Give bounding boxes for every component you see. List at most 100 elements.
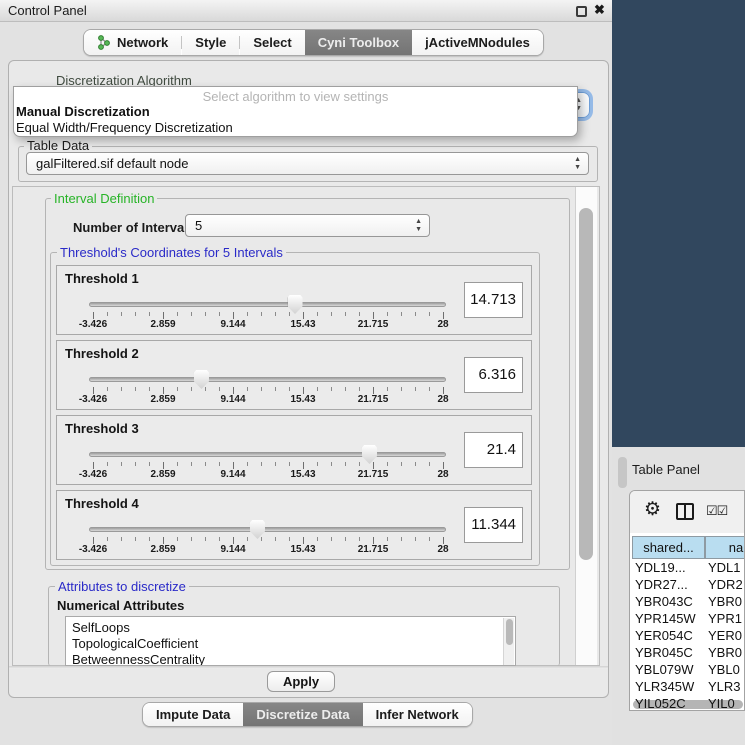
combo-spinner-icon: ▲▼ [574, 156, 581, 172]
slider-tick [345, 387, 346, 391]
threshold-value-field[interactable]: 6.316 [464, 357, 523, 393]
table-cell[interactable]: YBL0 [708, 662, 745, 679]
table-cell[interactable]: YIL0 [708, 696, 745, 711]
table-header-cell[interactable]: name [705, 536, 745, 559]
slider-tick [177, 312, 178, 316]
slider-tick-label: 9.144 [220, 544, 245, 555]
table-cell[interactable]: YER054C [635, 628, 708, 645]
tab-cyni-toolbox[interactable]: Cyni Toolbox [305, 30, 412, 55]
slider-tick [345, 462, 346, 466]
table-cell[interactable]: YIL052C [635, 696, 708, 711]
table-data-combobox[interactable]: galFiltered.sif default node ▲▼ [26, 152, 589, 175]
algorithm-option-equal-width-frequency[interactable]: Equal Width/Frequency Discretization [16, 120, 233, 135]
slider-tick [205, 462, 206, 466]
slider-tick [177, 462, 178, 466]
slider-tick [373, 537, 374, 544]
tab-impute-data[interactable]: Impute Data [143, 703, 243, 726]
threshold-value-field[interactable]: 14.713 [464, 282, 523, 318]
attribute-list-item[interactable]: TopologicalCoefficient [72, 636, 198, 651]
threshold-slider-track[interactable] [89, 527, 446, 532]
slider-tick [317, 387, 318, 391]
table-cell[interactable]: YPR145W [635, 611, 708, 628]
table-cell[interactable]: YER0 [708, 628, 745, 645]
slider-tick [331, 387, 332, 391]
threshold-slider-thumb[interactable] [250, 520, 265, 539]
slider-tick [373, 387, 374, 394]
gear-icon[interactable]: ⚙ [644, 500, 661, 520]
table-cell[interactable]: YDR27... [635, 577, 708, 594]
tab-infer-network-label: Infer Network [376, 707, 459, 722]
threshold-slider-track[interactable] [89, 302, 446, 307]
threshold-slider-thumb[interactable] [194, 370, 209, 389]
select-all-checkboxes-icon[interactable]: ☑☑ [706, 503, 727, 519]
tab-jactivemnodules[interactable]: jActiveMNodules [412, 30, 543, 55]
slider-tick [387, 462, 388, 466]
slider-tick [261, 462, 262, 466]
slider-tick [121, 387, 122, 391]
slider-tick [177, 387, 178, 391]
threshold-value-field[interactable]: 21.4 [464, 432, 523, 468]
slider-tick [247, 537, 248, 541]
separator [9, 666, 608, 669]
threshold-panel: Threshold 4-3.4262.8599.14415.4321.71528… [56, 490, 532, 560]
tab-network[interactable]: Network [84, 30, 181, 55]
slider-tick [401, 462, 402, 466]
table-cell[interactable]: YPR1 [708, 611, 745, 628]
table-cell[interactable]: YBR0 [708, 645, 745, 662]
slider-tick-label: 21.715 [358, 469, 389, 480]
attribute-list-item[interactable]: BetweennessCentrality [72, 652, 205, 666]
slider-tick [429, 537, 430, 541]
list-scrollbar-track[interactable] [503, 618, 514, 666]
float-window-icon[interactable] [576, 6, 587, 17]
slider-tick [135, 312, 136, 316]
table-cell[interactable]: YLR345W [635, 679, 708, 696]
table-cell[interactable]: YDL1 [708, 560, 745, 577]
list-scrollbar-thumb[interactable] [506, 619, 513, 645]
threshold-value-field[interactable]: 11.344 [464, 507, 523, 543]
tab-discretize-data[interactable]: Discretize Data [243, 703, 362, 726]
threshold-label: Threshold 4 [65, 496, 139, 511]
slider-tick-label: 2.859 [150, 469, 175, 480]
tab-infer-network[interactable]: Infer Network [363, 703, 472, 726]
tab-select[interactable]: Select [240, 30, 304, 55]
slider-tick-label: 9.144 [220, 469, 245, 480]
table-cell[interactable]: YBL079W [635, 662, 708, 679]
slider-tick-label: -3.426 [79, 319, 107, 330]
splitter-handle[interactable] [618, 457, 627, 488]
slider-tick [387, 387, 388, 391]
slider-tick [107, 537, 108, 541]
table-cell[interactable]: YBR0 [708, 594, 745, 611]
table-cell[interactable]: YBR043C [635, 594, 708, 611]
table-cell[interactable]: YDR2 [708, 577, 745, 594]
slider-tick [275, 537, 276, 541]
table-cell[interactable]: YDL19... [635, 560, 708, 577]
table-panel-region: Table Panel ⚙ ☑☑ shared...nameYDL19...YD… [612, 447, 745, 745]
slider-tick [331, 537, 332, 541]
slider-tick [345, 312, 346, 316]
algorithm-dropdown-popup: Select algorithm to view settings Manual… [13, 86, 578, 137]
attribute-list-item[interactable]: SelfLoops [72, 620, 130, 635]
algorithm-option-manual-discretization[interactable]: Manual Discretization [16, 104, 150, 119]
close-icon[interactable]: ✖ [594, 2, 605, 18]
slider-tick-label: 9.144 [220, 319, 245, 330]
vertical-scrollbar-thumb[interactable] [579, 208, 593, 560]
number-of-intervals-combobox[interactable]: 5 ▲▼ [185, 214, 430, 237]
table-header-cell[interactable]: shared... [632, 536, 705, 559]
table-cell[interactable]: YLR3 [708, 679, 745, 696]
slider-tick [443, 387, 444, 394]
slider-tick [219, 312, 220, 316]
slider-tick [191, 312, 192, 316]
table-cell[interactable]: YBR045C [635, 645, 708, 662]
threshold-slider-thumb[interactable] [362, 445, 377, 464]
columns-icon[interactable] [676, 503, 694, 520]
slider-tick [275, 462, 276, 466]
control-panel: Control Panel ✖ Network Style Select C [0, 0, 612, 745]
slider-tick-label: 15.43 [290, 319, 315, 330]
numerical-attributes-list[interactable]: SelfLoopsTopologicalCoefficientBetweenne… [65, 616, 516, 666]
threshold-slider-track[interactable] [89, 377, 446, 382]
tab-style[interactable]: Style [182, 30, 239, 55]
apply-button[interactable]: Apply [267, 671, 335, 692]
threshold-slider-track[interactable] [89, 452, 446, 457]
slider-tick [275, 312, 276, 316]
number-of-intervals-value: 5 [195, 218, 202, 233]
